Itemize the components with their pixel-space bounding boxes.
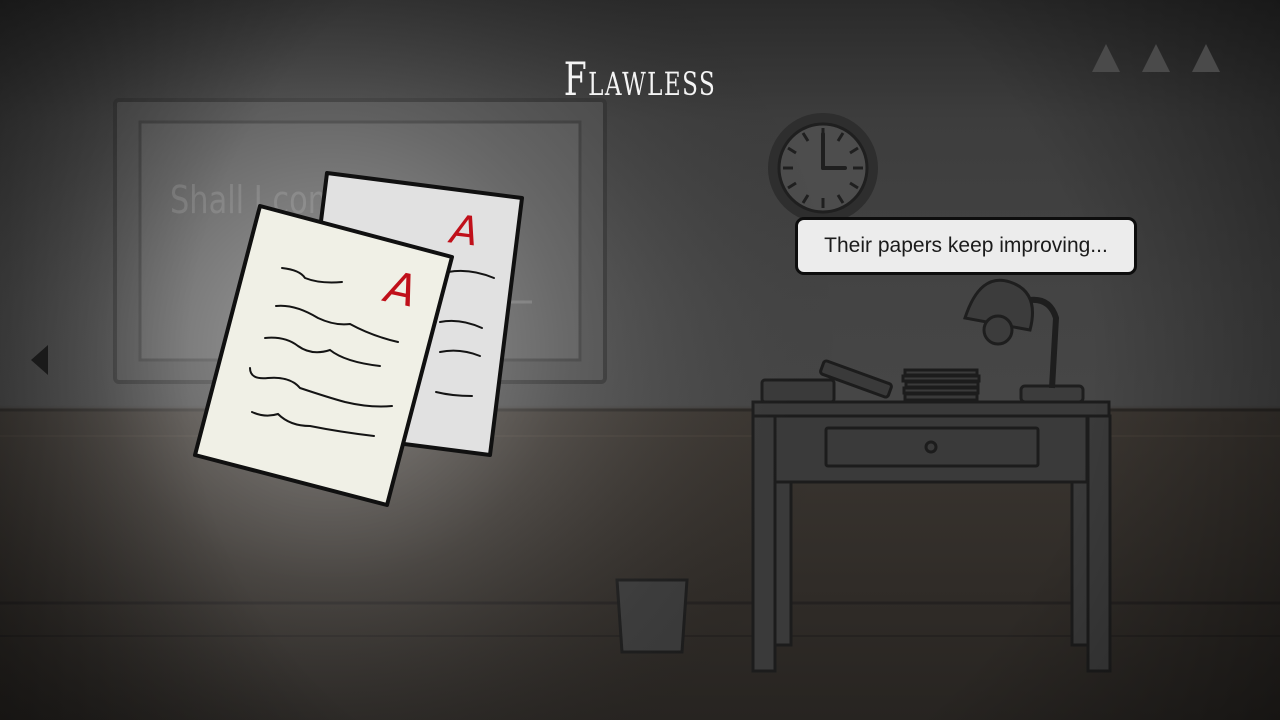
nav-left-button[interactable] — [24, 340, 54, 380]
triangle-icon — [1092, 44, 1120, 72]
front-paper[interactable]: A — [193, 204, 454, 507]
game-scene: Shall I con A A Flawless Their papers ke… — [0, 0, 1280, 720]
dialog-text: Their papers keep improving... — [824, 234, 1108, 257]
dialog-box: Their papers keep improving... — [795, 217, 1137, 275]
left-arrow-icon — [31, 345, 48, 375]
graded-papers[interactable]: A A — [0, 0, 1280, 720]
level-title: Flawless — [563, 52, 717, 106]
triangle-icon — [1192, 44, 1220, 72]
triangle-icon — [1142, 44, 1170, 72]
hint-indicators — [1092, 44, 1220, 72]
